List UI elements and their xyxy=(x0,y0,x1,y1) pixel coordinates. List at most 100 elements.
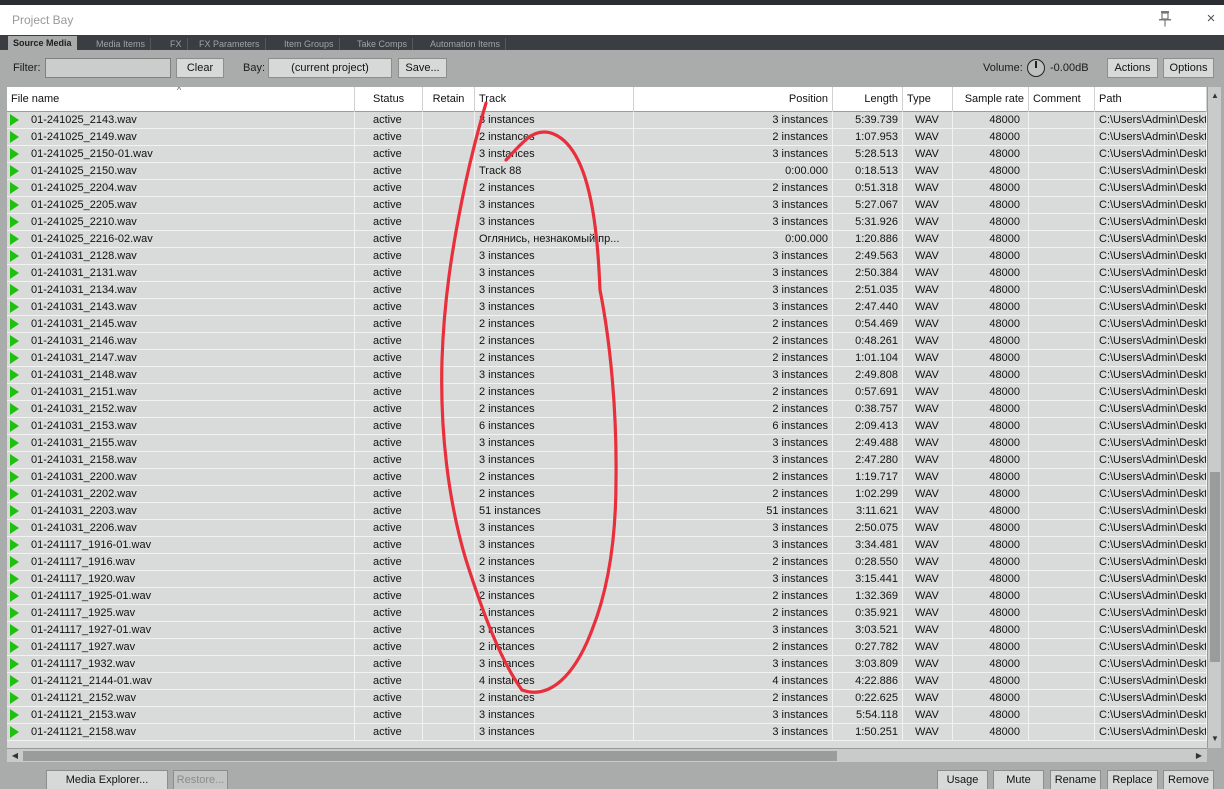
close-icon[interactable]: × xyxy=(1204,9,1218,29)
type-cell: WAV xyxy=(903,163,953,179)
tab-fx[interactable]: FX xyxy=(165,38,188,50)
sample-rate-cell: 48000 xyxy=(953,350,1029,366)
table-row[interactable]: 01-241031_2146.wav active 2 instances 2 ins… xyxy=(7,333,1207,350)
column-header-length[interactable]: Length xyxy=(833,87,903,112)
table-row[interactable]: 01-241117_1916.wav active 2 instances 2 ins… xyxy=(7,554,1207,571)
table-row[interactable]: 01-241117_1925-01.wav active 2 instances 2 … xyxy=(7,588,1207,605)
path-cell: C:\Users\Admin\Deskt xyxy=(1095,146,1207,162)
table-row[interactable]: 01-241031_2134.wav active 3 instances 3 ins… xyxy=(7,282,1207,299)
type-cell: WAV xyxy=(903,129,953,145)
sample-rate-cell: 48000 xyxy=(953,112,1029,128)
column-header-sample-rate[interactable]: Sample rate xyxy=(953,87,1029,112)
retain-cell xyxy=(423,639,475,655)
column-header-path[interactable]: Path xyxy=(1095,87,1207,112)
type-cell: WAV xyxy=(903,248,953,264)
table-row[interactable]: 01-241031_2145.wav active 2 instances 2 ins… xyxy=(7,316,1207,333)
tab-automation-items[interactable]: Automation Items xyxy=(425,38,507,50)
scroll-down-icon[interactable]: ▼ xyxy=(1208,732,1222,746)
volume-knob-icon[interactable] xyxy=(1027,59,1045,77)
restore-button[interactable]: Restore... xyxy=(173,770,228,789)
status-cell: active xyxy=(355,673,423,689)
status-cell: active xyxy=(355,299,423,315)
table-row[interactable]: 01-241025_2210.wav active 3 instances 3 ins… xyxy=(7,214,1207,231)
table-row[interactable]: 01-241031_2200.wav active 2 instances 2 ins… xyxy=(7,469,1207,486)
table-row[interactable]: 01-241117_1925.wav active 2 instances 2 ins… xyxy=(7,605,1207,622)
table-row[interactable]: 01-241121_2153.wav active 3 instances 3 ins… xyxy=(7,707,1207,724)
table-row[interactable]: 01-241025_2150-01.wav active 3 instances 3 … xyxy=(7,146,1207,163)
tab-source-media[interactable]: Source Media xyxy=(8,36,77,50)
table-row[interactable]: 01-241031_2153.wav active 6 instances 6 ins… xyxy=(7,418,1207,435)
vertical-scrollbar[interactable]: ▲ ▼ xyxy=(1207,87,1221,748)
table-row[interactable]: 01-241031_2158.wav active 3 instances 3 ins… xyxy=(7,452,1207,469)
column-header-retain[interactable]: Retain xyxy=(423,87,475,112)
table-row[interactable]: 01-241121_2152.wav active 2 instances 2 ins… xyxy=(7,690,1207,707)
track-cell: 51 instances xyxy=(475,503,634,519)
table-row[interactable]: 01-241117_1927.wav active 2 instances 2 ins… xyxy=(7,639,1207,656)
horizontal-scroll-thumb[interactable] xyxy=(23,751,837,761)
table-row[interactable]: 01-241031_2202.wav active 2 instances 2 ins… xyxy=(7,486,1207,503)
table-row[interactable]: 01-241031_2143.wav active 3 instances 3 ins… xyxy=(7,299,1207,316)
retain-cell xyxy=(423,673,475,689)
table-row[interactable]: 01-241031_2151.wav active 2 instances 2 ins… xyxy=(7,384,1207,401)
table-row[interactable]: 01-241025_2149.wav active 2 instances 2 ins… xyxy=(7,129,1207,146)
table-row[interactable]: 01-241025_2205.wav active 3 instances 3 ins… xyxy=(7,197,1207,214)
table-row[interactable]: 01-241031_2203.wav active 51 instances 51 i… xyxy=(7,503,1207,520)
scroll-left-icon[interactable]: ◀ xyxy=(8,749,22,763)
table-row[interactable]: 01-241025_2216-02.wav active Оглянись, нез… xyxy=(7,231,1207,248)
table-row[interactable]: 01-241031_2148.wav active 3 instances 3 ins… xyxy=(7,367,1207,384)
table-row[interactable]: 01-241031_2147.wav active 2 instances 2 ins… xyxy=(7,350,1207,367)
pin-icon[interactable] xyxy=(1156,9,1174,29)
length-cell: 1:20.886 xyxy=(833,231,903,247)
column-header-status[interactable]: Status xyxy=(355,87,423,112)
rename-button[interactable]: Rename xyxy=(1050,770,1101,789)
status-cell: active xyxy=(355,333,423,349)
type-cell: WAV xyxy=(903,282,953,298)
tab-fx-parameters[interactable]: FX Parameters xyxy=(194,38,266,50)
table-row[interactable]: 01-241031_2128.wav active 3 instances 3 ins… xyxy=(7,248,1207,265)
table-row[interactable]: 01-241031_2131.wav active 3 instances 3 ins… xyxy=(7,265,1207,282)
media-explorer-button[interactable]: Media Explorer... xyxy=(46,770,168,789)
tab-take-comps[interactable]: Take Comps xyxy=(352,38,414,50)
column-header-track[interactable]: Track xyxy=(475,87,634,112)
column-header-comment[interactable]: Comment xyxy=(1029,87,1095,112)
tab-media-items[interactable]: Media Items xyxy=(91,38,152,50)
replace-button[interactable]: Replace xyxy=(1107,770,1158,789)
file-name-cell: 01-241117_1916-01.wav xyxy=(7,537,355,553)
table-row[interactable]: 01-241025_2150.wav active Track 88 0:00.000… xyxy=(7,163,1207,180)
table-row[interactable]: 01-241121_2144-01.wav active 4 instances 4 … xyxy=(7,673,1207,690)
path-cell: C:\Users\Admin\Deskt xyxy=(1095,316,1207,332)
remove-button[interactable]: Remove xyxy=(1163,770,1214,789)
table-row[interactable]: 01-241117_1927-01.wav active 3 instances 3 … xyxy=(7,622,1207,639)
comment-cell xyxy=(1029,231,1095,247)
tab-item-groups[interactable]: Item Groups xyxy=(279,38,340,50)
save-button[interactable]: Save... xyxy=(398,58,447,78)
table-row[interactable]: 01-241031_2152.wav active 2 instances 2 ins… xyxy=(7,401,1207,418)
clear-button[interactable]: Clear xyxy=(176,58,224,78)
sample-rate-cell: 48000 xyxy=(953,180,1029,196)
table-row[interactable]: 01-241025_2143.wav active 3 instances 3 ins… xyxy=(7,112,1207,129)
table-row[interactable]: 01-241121_2158.wav active 3 instances 3 ins… xyxy=(7,724,1207,741)
table-row[interactable]: 01-241117_1932.wav active 3 instances 3 ins… xyxy=(7,656,1207,673)
vertical-scroll-thumb[interactable] xyxy=(1210,472,1220,662)
file-name-cell: 01-241117_1920.wav xyxy=(7,571,355,587)
actions-button[interactable]: Actions xyxy=(1107,58,1158,78)
column-header-position[interactable]: Position xyxy=(634,87,833,112)
scroll-right-icon[interactable]: ▶ xyxy=(1192,749,1206,763)
usage-button[interactable]: Usage xyxy=(937,770,988,789)
filter-input[interactable] xyxy=(45,58,171,78)
table-row[interactable]: 01-241117_1920.wav active 3 instances 3 ins… xyxy=(7,571,1207,588)
horizontal-scrollbar[interactable]: ◀ ▶ xyxy=(7,748,1207,762)
table-row[interactable]: 01-241031_2155.wav active 3 instances 3 ins… xyxy=(7,435,1207,452)
table-row[interactable]: 01-241031_2206.wav active 3 instances 3 ins… xyxy=(7,520,1207,537)
bay-dropdown[interactable]: (current project) xyxy=(268,58,392,78)
scroll-up-icon[interactable]: ▲ xyxy=(1208,89,1222,103)
length-cell: 1:07.953 xyxy=(833,129,903,145)
column-header-type[interactable]: Type xyxy=(903,87,953,112)
options-button[interactable]: Options xyxy=(1163,58,1214,78)
table-row[interactable]: 01-241117_1916-01.wav active 3 instances 3 … xyxy=(7,537,1207,554)
retain-cell xyxy=(423,418,475,434)
table-row[interactable]: 01-241025_2204.wav active 2 instances 2 ins… xyxy=(7,180,1207,197)
comment-cell xyxy=(1029,197,1095,213)
mute-button[interactable]: Mute xyxy=(993,770,1044,789)
path-cell: C:\Users\Admin\Deskt xyxy=(1095,537,1207,553)
